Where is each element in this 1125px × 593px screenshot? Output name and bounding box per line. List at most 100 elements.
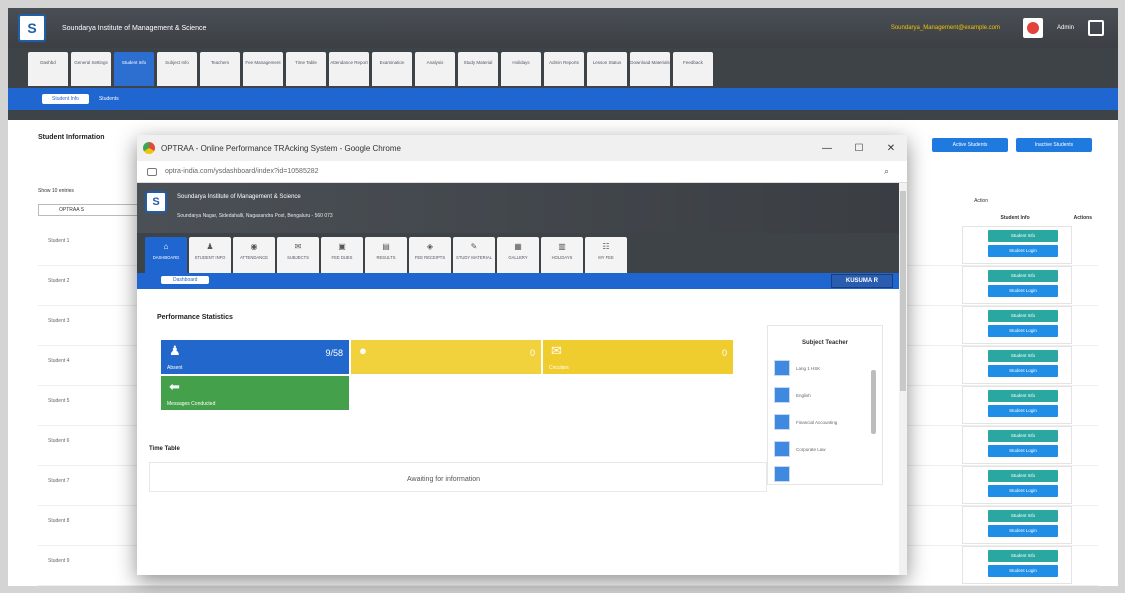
bg-tab[interactable]: Teachers [200, 52, 240, 86]
student-info-button[interactable]: Student Info [988, 470, 1058, 482]
student-login-button[interactable]: Student Login [988, 445, 1058, 457]
inner-tab[interactable]: ✎ STUDY MATERIAL [453, 237, 495, 273]
maximize-icon[interactable]: ☐ [843, 135, 875, 161]
bg-tab[interactable]: Holidays [501, 52, 541, 86]
site-info-icon[interactable] [147, 167, 157, 176]
bg-filter-select[interactable]: OPTRAA S [38, 204, 148, 216]
yellow-1-value: 0 [529, 348, 535, 358]
bg-tab[interactable]: Admin Reports [544, 52, 584, 86]
subject-teacher-item[interactable]: Financial Accounting [774, 410, 870, 434]
address-bar[interactable]: optra-india.com/ysdashboard/index?id=105… [137, 161, 907, 183]
subject-teacher-item[interactable]: English [774, 383, 870, 407]
student-info-button[interactable]: Student Info [988, 550, 1058, 562]
tab-label: FEE DUES [331, 254, 353, 260]
inner-tab[interactable]: ♟ STUDENT INFO [189, 237, 231, 273]
bg-tab[interactable]: Student Info [114, 52, 154, 86]
student-login-button[interactable]: Student Login [988, 285, 1058, 297]
bg-tab[interactable]: Dashbd [28, 52, 68, 86]
subject-teacher-item[interactable]: Corporate Law [774, 437, 870, 461]
bg-tab[interactable]: Subject Info [157, 52, 197, 86]
student-info-button[interactable]: Student Info [988, 230, 1058, 242]
teacher-subject: English [796, 392, 811, 398]
subject-teacher-scrollbar[interactable] [871, 370, 876, 434]
subject-teacher-item[interactable] [774, 462, 870, 486]
absent-value: 9/58 [325, 348, 343, 358]
absent-tile[interactable]: ♟ 9/58 Absent [161, 340, 349, 374]
bg-tab[interactable]: Analysis [415, 52, 455, 86]
bg-tab[interactable]: Examination [372, 52, 412, 86]
close-icon[interactable]: ✕ [875, 135, 907, 161]
inner-tab[interactable]: ☷ MY FEE [585, 237, 627, 273]
student-info-button[interactable]: Student Info [988, 310, 1058, 322]
col-head-student-info: Student Info [1000, 215, 1030, 221]
subject-teacher-title: Subject Teacher [802, 340, 848, 346]
messages-tile[interactable]: ⬅ Messages Conducted [161, 376, 349, 410]
bg-user-name[interactable]: Admin [1057, 25, 1074, 31]
inner-tab[interactable]: ▥ HOLIDAYS [541, 237, 583, 273]
row-action-buttons: Student Info Student Login [988, 310, 1058, 340]
student-info-button[interactable]: Student Info [988, 510, 1058, 522]
tab-icon: ▥ [558, 242, 566, 251]
tab-icon: ◈ [426, 242, 434, 251]
show-entries-label[interactable]: Show 10 entries [38, 188, 74, 194]
bg-subnav-pill[interactable]: Student Info [42, 94, 89, 104]
minimize-icon[interactable]: — [811, 135, 843, 161]
tab-label: HOLIDAYS [551, 254, 573, 260]
bg-tab[interactable]: Time Table [286, 52, 326, 86]
user-name-pill[interactable]: KUSUMA R [830, 274, 893, 288]
subject-teacher-item[interactable]: Lang 1 HSK [774, 356, 870, 380]
student-login-button[interactable]: Student Login [988, 365, 1058, 377]
student-info-button[interactable]: Student Info [988, 270, 1058, 282]
window-scroll-thumb[interactable] [900, 191, 906, 391]
inner-tab[interactable]: ▦ GALLERY [497, 237, 539, 273]
active-students-button[interactable]: Active Students [932, 138, 1008, 152]
student-info-button[interactable]: Student Info [988, 430, 1058, 442]
student-login-button[interactable]: Student Login [988, 485, 1058, 497]
dashboard-pill[interactable]: Dashboard [161, 276, 210, 284]
zoom-icon[interactable]: ⌕ [884, 166, 889, 177]
inner-address: Soundarya Nagar, Sidedahalli, Nagasandra… [177, 213, 333, 219]
messages-label: Messages Conducted [167, 401, 216, 407]
bg-tab[interactable]: Fee Management [243, 52, 283, 86]
url-text[interactable]: optra-india.com/ysdashboard/index?id=105… [165, 168, 319, 175]
student-login-button[interactable]: Student Login [988, 245, 1058, 257]
student-login-button[interactable]: Student Login [988, 525, 1058, 537]
inner-tab[interactable]: ◈ FEE RECEIPTS [409, 237, 451, 273]
bg-tab[interactable]: Feedback [673, 52, 713, 86]
window-scrollbar[interactable] [899, 183, 907, 575]
bg-tab[interactable]: Study Material [458, 52, 498, 86]
row-student-name: Student 7 [48, 478, 70, 484]
student-info-button[interactable]: Student Info [988, 350, 1058, 362]
circulars-tile[interactable]: ✉ 0 Circulars [543, 340, 733, 374]
tab-icon: ▦ [514, 242, 522, 251]
performance-statistics-title: Performance Statistics [157, 314, 233, 321]
stat-tile-yellow-1[interactable]: ● 0 [351, 340, 541, 374]
inner-subnav: Dashboard KUSUMA R [137, 273, 907, 289]
apps-grid-icon[interactable] [1088, 20, 1104, 36]
bg-user-area: Admin [1022, 18, 1104, 38]
bg-tab[interactable]: Download Materials [630, 52, 670, 86]
user-avatar-icon[interactable] [1022, 18, 1043, 38]
row-student-name: Student 2 [48, 278, 70, 284]
student-login-button[interactable]: Student Login [988, 325, 1058, 337]
bg-user-email[interactable]: Soundarya_Management@example.com [891, 25, 1000, 31]
student-login-button[interactable]: Student Login [988, 405, 1058, 417]
tab-icon: ▤ [382, 242, 390, 251]
row-action-buttons: Student Info Student Login [988, 550, 1058, 580]
student-login-button[interactable]: Student Login [988, 565, 1058, 577]
bg-tab[interactable]: Attendance Report [329, 52, 369, 86]
inner-tab[interactable]: ◉ ATTENDANCE [233, 237, 275, 273]
institution-logo: S [18, 14, 46, 42]
inner-tab[interactable]: ⌂ DASHBOARD [145, 237, 187, 273]
inner-tab[interactable]: ✉ SUBJECTS [277, 237, 319, 273]
bg-subnav-link[interactable]: Students [99, 96, 119, 102]
bg-tab[interactable]: Lesson Status [587, 52, 627, 86]
inactive-students-button[interactable]: Inactive Students [1016, 138, 1092, 152]
inner-tab[interactable]: ▤ RESULTS [365, 237, 407, 273]
inner-main-tabs: ⌂ DASHBOARD ♟ STUDENT INFO ◉ ATTENDANCE ✉ SUBJE… [137, 233, 907, 273]
student-info-button[interactable]: Student Info [988, 390, 1058, 402]
bg-tab[interactable]: General Settings [71, 52, 111, 86]
tab-label: MY FEE [598, 254, 614, 260]
inner-tab[interactable]: ▣ FEE DUES [321, 237, 363, 273]
teacher-subject: Financial Accounting [796, 419, 838, 425]
